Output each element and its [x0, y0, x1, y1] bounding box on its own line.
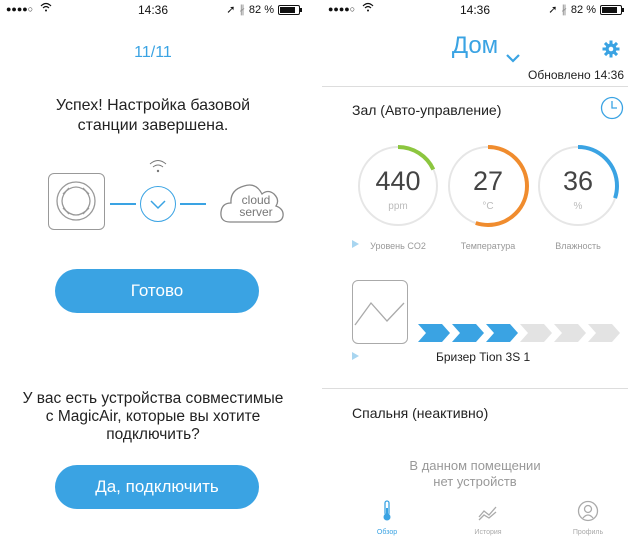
sensor-gauge[interactable]: 27 °C [446, 144, 530, 228]
cloud-server-icon: cloud server [218, 172, 286, 233]
gauge-value: 27 [472, 166, 504, 196]
check-icon [140, 186, 176, 222]
tab-label: История [474, 529, 502, 536]
gauge-unit: ppm [388, 201, 408, 212]
location-icon: ➚ [226, 4, 236, 16]
status-bar: ●●●●○ 14:36 ➚ ∦ 82 % [322, 0, 628, 20]
gauge-label: Уровень CO2 [370, 241, 426, 251]
wifi-signal-icon [148, 158, 168, 179]
room-title[interactable]: Зал (Авто-управление) [352, 102, 501, 118]
bluetooth-icon: ∦ [561, 4, 567, 16]
battery-percent: 82 % [248, 3, 274, 16]
fan-speed-segment[interactable] [520, 324, 552, 342]
empty-room-message-line: В данном помещении [409, 458, 541, 473]
expand-sensors-icon[interactable] [352, 240, 359, 248]
location-icon: ➚ [548, 4, 558, 16]
connection-line [180, 203, 206, 205]
gauge-label: Влажность [555, 241, 601, 251]
cloud-label: server [239, 205, 273, 219]
bluetooth-icon: ∦ [239, 4, 245, 16]
room-title[interactable]: Спальня (неактивно) [352, 405, 488, 421]
setup-complete-screen: ●●●●○ 14:36 ➚ ∦ 82 % 11/11 Успех! Настро… [0, 0, 306, 538]
sensor-gauge[interactable]: 36% [536, 144, 620, 228]
sensor-gauge[interactable]: 440 ppm [356, 144, 440, 228]
gauge-label: Температура [460, 241, 516, 251]
tab-history[interactable]: История [458, 504, 518, 536]
home-selector[interactable]: Дом [322, 32, 628, 63]
home-overview-screen: ●●●●○ 14:36 ➚ ∦ 82 % Дом Обновлено 14:36… [322, 0, 628, 538]
home-title: Дом [451, 32, 499, 59]
fan-speed-segment[interactable] [588, 324, 620, 342]
battery-percent: 82 % [570, 3, 596, 16]
tab-overview[interactable]: Обзор [357, 500, 417, 536]
fan-speed-segment[interactable] [452, 324, 484, 342]
battery-icon [278, 4, 302, 15]
schedule-clock-icon[interactable] [600, 96, 624, 125]
done-button[interactable]: Готово [55, 269, 259, 313]
fan-speed-segment[interactable] [418, 324, 450, 342]
breezer-device-icon[interactable] [352, 280, 408, 344]
connection-line [110, 203, 136, 205]
updated-timestamp: Обновлено 14:36 [528, 68, 624, 82]
chart-icon [478, 506, 497, 521]
divider [322, 388, 628, 389]
thermometer-icon [383, 500, 391, 521]
gauge-unit: °C [482, 201, 494, 212]
tab-label: Профиль [572, 529, 604, 536]
tab-bar: Обзор История Профиль [322, 492, 628, 538]
expand-breezer-icon[interactable] [352, 352, 359, 360]
gear-icon[interactable] [602, 40, 620, 63]
divider [322, 86, 628, 87]
gauge-unit: % [573, 201, 583, 212]
battery-icon [600, 4, 624, 15]
screen-divider [306, 0, 322, 538]
base-station-icon [48, 173, 105, 230]
success-message: Успех! Настройка базовой станции заверше… [55, 97, 251, 134]
gauge-value: 440 [375, 166, 421, 196]
gauge-value: 36 [562, 166, 594, 196]
breezer-name: Бризер Tion 3S 1 [436, 350, 531, 364]
tab-profile[interactable]: Профиль [558, 500, 618, 536]
empty-room-message: В данном помещении нет устройств [322, 458, 628, 490]
fan-speed-segment[interactable] [486, 324, 518, 342]
step-indicator: 11/11 [134, 44, 172, 61]
connect-devices-question: У вас есть устройства совместимые с Magi… [22, 390, 284, 443]
fan-speed-segment[interactable] [554, 324, 586, 342]
profile-icon [577, 500, 599, 522]
connect-devices-button[interactable]: Да, подключить [55, 465, 259, 509]
status-bar: ●●●●○ 14:36 ➚ ∦ 82 % [0, 0, 306, 20]
chevron-down-icon [506, 42, 520, 70]
fan-speed-indicator[interactable] [418, 322, 628, 344]
tab-label: Обзор [376, 529, 398, 536]
empty-room-message-line: нет устройств [433, 474, 517, 489]
